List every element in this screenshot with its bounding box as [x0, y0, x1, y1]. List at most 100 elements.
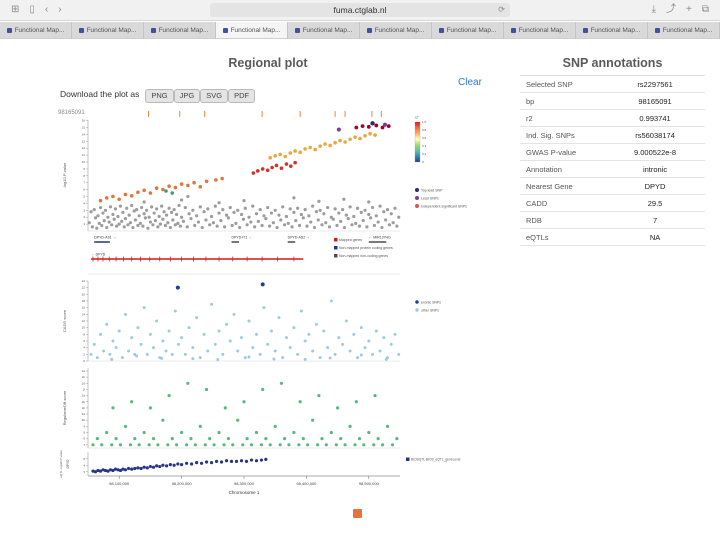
browser-tab[interactable]: Functional Map...	[144, 22, 216, 38]
download-row: Download the plot as PNG JPG SVG PDF	[60, 85, 256, 103]
tabs-overview-icon[interactable]: ⧉	[697, 5, 714, 15]
cadd-point	[374, 329, 378, 333]
snp-point	[262, 214, 266, 218]
add-tab-icon[interactable]: +	[681, 5, 697, 15]
snp-point	[143, 216, 147, 220]
tick-label: 18	[82, 299, 86, 303]
tick-label: 20	[82, 292, 86, 296]
cadd-point	[359, 326, 363, 330]
tick-label: 2b	[82, 400, 86, 404]
rdb-point	[343, 443, 347, 447]
snp-point	[96, 214, 100, 218]
eqtl-point	[199, 461, 204, 465]
cadd-point	[393, 332, 397, 336]
cadd-point	[284, 336, 288, 340]
snp-annotations-title: SNP annotations	[562, 56, 663, 70]
snp-point	[123, 192, 128, 197]
snp-point	[249, 220, 253, 224]
rdb-point	[193, 443, 197, 447]
snp-point	[217, 201, 221, 205]
eqtl-point	[136, 466, 140, 470]
browser-tab[interactable]: Functional Map...	[288, 22, 360, 38]
download-pdf-button[interactable]: PDF	[228, 89, 256, 103]
annotation-value: 9.000522e-8	[633, 147, 677, 157]
snp-point	[350, 223, 354, 227]
legend-marker	[334, 238, 338, 242]
snp-point	[104, 196, 109, 200]
reload-icon[interactable]: ⟳	[498, 5, 505, 14]
snp-point	[110, 223, 114, 227]
tick-label: 7	[83, 181, 85, 185]
tab-favicon	[150, 27, 156, 33]
rdb-point	[189, 437, 193, 441]
cadd-point	[311, 349, 315, 353]
tab-favicon	[654, 27, 660, 33]
download-svg-button[interactable]: SVG	[200, 89, 229, 103]
browser-tab[interactable]: Functional Map...	[0, 22, 72, 38]
cadd-point	[210, 302, 214, 306]
cadd-point	[170, 352, 174, 356]
legend-marker	[415, 188, 419, 192]
rdb-point	[170, 437, 174, 441]
snp-point	[118, 204, 123, 208]
clear-link[interactable]: Clear	[458, 77, 482, 88]
snp-point	[157, 214, 161, 219]
browser-tab[interactable]: Functional Map...	[216, 22, 288, 38]
snp-point	[158, 222, 162, 226]
snp-point	[343, 140, 347, 144]
snp-point	[275, 225, 279, 230]
address-bar[interactable]: fuma.ctglab.nl ⟳	[210, 3, 510, 17]
cadd-point	[326, 346, 330, 350]
browser-tab[interactable]: Functional Map...	[432, 22, 504, 38]
snp-point	[324, 221, 328, 225]
snp-point	[185, 225, 189, 229]
snp-point	[208, 223, 212, 227]
snp-point	[311, 204, 315, 208]
snp-point	[326, 205, 330, 210]
snp-point	[298, 150, 302, 155]
legend-label: other SNPs	[421, 308, 439, 312]
rdb-point	[133, 437, 137, 441]
download-png-button[interactable]: PNG	[145, 89, 174, 103]
snp-point	[254, 212, 259, 216]
snp-point	[288, 207, 292, 211]
snp-point	[101, 211, 105, 215]
tick-label: 4	[83, 424, 85, 428]
forward-icon[interactable]: ›	[53, 5, 66, 15]
snp-annotations-table: Selected SNP rs2297561 bp 98165091 r2 0.99374…	[520, 75, 705, 246]
snp-point	[164, 189, 168, 193]
share-icon[interactable]: ⤴	[661, 5, 681, 15]
download-jpg-button[interactable]: JPG	[173, 89, 201, 103]
snp-point	[129, 194, 134, 198]
cadd-point	[356, 356, 360, 360]
browser-tab[interactable]: Functional Map...	[72, 22, 144, 38]
snp-point	[348, 137, 352, 142]
snp-point	[122, 225, 126, 229]
back-icon[interactable]: ‹	[40, 5, 53, 15]
sidebar-icon[interactable]: ▯	[24, 5, 40, 15]
snp-point	[196, 220, 201, 224]
snp-point	[370, 205, 375, 210]
snp-point	[220, 176, 224, 181]
browser-tab[interactable]: Functional Map...	[360, 22, 432, 38]
rdb-point	[301, 437, 305, 441]
rdb-point	[311, 418, 315, 422]
grid-icon[interactable]: ⊞	[6, 5, 24, 15]
snp-point	[260, 167, 265, 171]
snp-point	[115, 224, 119, 228]
snp-point	[339, 219, 343, 223]
download-icon[interactable]: ⤓	[647, 5, 661, 15]
cadd-point	[175, 285, 180, 290]
browser-tab[interactable]: Functional Map...	[504, 22, 576, 38]
annotation-row: r2 0.993741	[520, 110, 705, 127]
snp-point	[193, 223, 197, 228]
snp-point	[243, 206, 247, 210]
browser-tab[interactable]: Functional Map...	[648, 22, 720, 38]
rdb-point	[376, 437, 380, 441]
snp-point	[296, 206, 300, 210]
x-axis-title: Chromosome 1	[229, 490, 260, 495]
cadd-point	[232, 312, 236, 316]
browser-tab[interactable]: Functional Map...	[576, 22, 648, 38]
rdb-point	[324, 443, 328, 447]
snp-point	[268, 156, 272, 160]
